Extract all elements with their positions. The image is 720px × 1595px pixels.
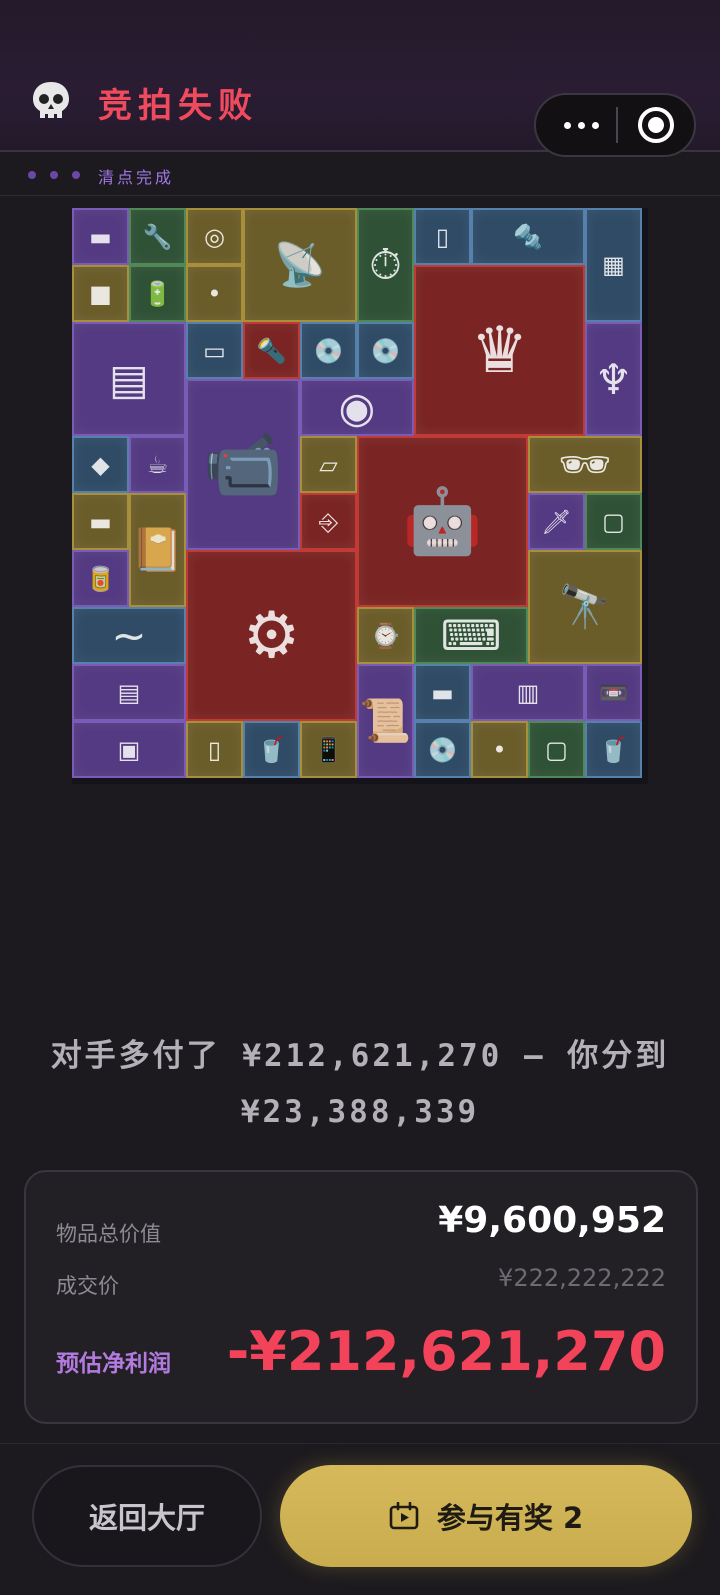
back-to-lobby-button[interactable]: 返回大厅 bbox=[32, 1465, 262, 1567]
ticket-play-icon bbox=[389, 1502, 419, 1530]
grid-item-ammo-can[interactable]: ▭ bbox=[186, 322, 243, 379]
grid-item-pipe[interactable]: ~ bbox=[72, 607, 186, 664]
grid-item-cola-can[interactable]: 🥤 bbox=[243, 721, 300, 778]
grid-item-chess-board[interactable]: ♛ bbox=[414, 265, 585, 436]
status-dot bbox=[28, 171, 36, 179]
top-header: 竞拍失败 bbox=[0, 0, 720, 157]
grid-item-motherboard[interactable]: ▤ bbox=[72, 322, 186, 436]
grid-item-usb-drive[interactable]: ⎆ bbox=[300, 493, 357, 550]
grid-item-hdd[interactable]: ▢ bbox=[528, 721, 585, 778]
grid-item-torch-statue[interactable]: ♆ bbox=[585, 322, 642, 436]
items-grid: ▬ 🔧 ◎ 📡 ⏱ ▯ 🔩 ▦ ■ 🔋 • ♛ ▤ ▭ 🔦 💿 💿 ♆ 📹 ◉ … bbox=[72, 208, 648, 784]
status-row: 清点完成 bbox=[0, 154, 720, 196]
summary-card: 物品总价值 ¥9,600,952 成交价 ¥222,222,222 预估净利润 … bbox=[24, 1170, 698, 1424]
grid-item-leather-notebook[interactable]: 📔 bbox=[129, 493, 186, 607]
grid-item-camera-turret[interactable]: 📹 bbox=[186, 379, 300, 550]
grid-item-sound-card[interactable]: ▤ bbox=[72, 664, 186, 721]
join-reward-button[interactable]: 参与有奖 2 bbox=[280, 1465, 692, 1567]
more-dots-icon[interactable] bbox=[554, 95, 610, 155]
grid-item-ammo[interactable]: • bbox=[186, 265, 243, 322]
grid-item-sunglasses[interactable]: 🕶 bbox=[528, 436, 642, 493]
grid-item-spray-bottle[interactable]: ▯ bbox=[186, 721, 243, 778]
grid-item-gift-box[interactable]: ▦ bbox=[585, 208, 642, 322]
result-message-line2: ¥23,388,339 bbox=[240, 1094, 480, 1130]
grid-item-coin[interactable]: ◎ bbox=[186, 208, 243, 265]
grid-item-camera-lens[interactable]: ◉ bbox=[300, 379, 414, 436]
grid-item-keyboard[interactable]: ⌨ bbox=[414, 607, 528, 664]
grid-item-wrench[interactable]: 🔧 bbox=[129, 208, 186, 265]
grid-item-cpu-box[interactable]: ▣ bbox=[72, 721, 186, 778]
footer-divider bbox=[0, 1443, 720, 1444]
grid-item-robot-vacuum[interactable]: 🤖 bbox=[357, 436, 528, 607]
grid-item-pouch[interactable]: ◆ bbox=[72, 436, 129, 493]
result-message: 对手多付了 ¥212,621,270 — 你分到 ¥23,388,339 bbox=[40, 1028, 680, 1140]
grid-item-graphics-card[interactable]: ▥ bbox=[471, 664, 585, 721]
grid-item-soda-can[interactable]: 🥫 bbox=[72, 550, 129, 607]
target-circle-icon[interactable] bbox=[634, 105, 678, 145]
back-to-lobby-label: 返回大厅 bbox=[88, 1501, 205, 1535]
grid-item-ssd[interactable]: ▱ bbox=[300, 436, 357, 493]
grid-item-smartphone[interactable]: 📱 bbox=[300, 721, 357, 778]
grid-item-satellite-dish[interactable]: 📡 bbox=[243, 208, 357, 322]
grid-item-drill[interactable]: 🔩 bbox=[471, 208, 585, 265]
join-reward-label: 参与有奖 2 bbox=[436, 1501, 584, 1535]
status-dot bbox=[50, 171, 58, 179]
grid-item-engine-block[interactable]: ⚙ bbox=[186, 550, 357, 721]
grid-item-hard-drive[interactable]: ▢ bbox=[585, 493, 642, 550]
grid-item-pocket-watch[interactable]: ⌚ bbox=[357, 607, 414, 664]
grid-item-disc[interactable]: 💿 bbox=[300, 322, 357, 379]
skull-icon bbox=[33, 82, 69, 118]
total-value-label: 物品总价值 bbox=[56, 1222, 161, 1246]
grid-item-cube[interactable]: ■ bbox=[72, 265, 129, 322]
grid-item-pressure-gauge[interactable]: ⏱ bbox=[357, 208, 414, 322]
profit-value: -¥212,621,270 bbox=[226, 1320, 666, 1383]
mini-program-capsule bbox=[534, 93, 696, 157]
status-text: 清点完成 bbox=[98, 168, 175, 187]
status-dot bbox=[72, 171, 80, 179]
grid-item-ram-chip[interactable]: ▬ bbox=[72, 493, 129, 550]
total-value: ¥9,600,952 bbox=[438, 1200, 666, 1241]
capsule-divider bbox=[616, 107, 618, 143]
grid-item-cola-can-2[interactable]: 🥤 bbox=[585, 721, 642, 778]
grid-item-bullet[interactable]: • bbox=[471, 721, 528, 778]
grid-item-disc-3[interactable]: 💿 bbox=[414, 721, 471, 778]
grid-item-flashlight[interactable]: 🔦 bbox=[243, 322, 300, 379]
grid-item-ram-stick[interactable]: ▬ bbox=[414, 664, 471, 721]
grid-item-teacup[interactable]: ☕ bbox=[129, 436, 186, 493]
result-message-line1: 对手多付了 ¥212,621,270 — 你分到 bbox=[50, 1038, 670, 1074]
profit-label: 预估净利润 bbox=[56, 1351, 171, 1377]
deal-price-value: ¥222,222,222 bbox=[498, 1264, 666, 1292]
grid-item-binoculars[interactable]: 🔭 bbox=[528, 550, 642, 664]
grid-item-handheld-device[interactable]: ▯ bbox=[414, 208, 471, 265]
grid-item-memory-stick[interactable]: ▬ bbox=[72, 208, 129, 265]
grid-item-old-book[interactable]: 📜 bbox=[357, 664, 414, 778]
grid-item-dagger[interactable]: 🗡 bbox=[528, 493, 585, 550]
deal-price-label: 成交价 bbox=[56, 1274, 119, 1298]
grid-item-battery[interactable]: 🔋 bbox=[129, 265, 186, 322]
page-title: 竞拍失败 bbox=[98, 86, 258, 126]
grid-item-cassette[interactable]: 📼 bbox=[585, 664, 642, 721]
grid-item-disc-2[interactable]: 💿 bbox=[357, 322, 414, 379]
